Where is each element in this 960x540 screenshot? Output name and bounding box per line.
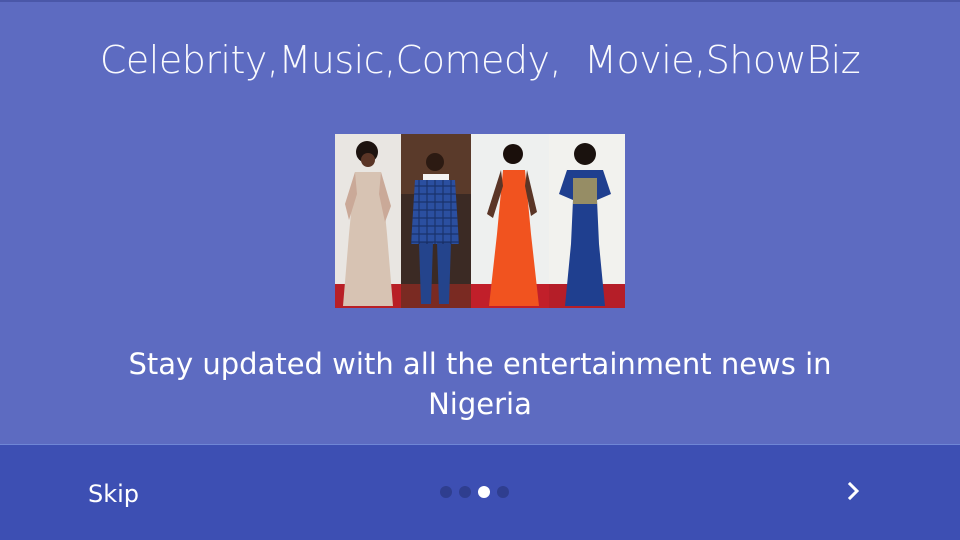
slide-description: Stay updated with all the entertainment …	[128, 347, 832, 421]
page-dot-2	[459, 486, 471, 498]
skip-button[interactable]: Skip	[88, 475, 139, 513]
page-indicator	[440, 486, 509, 498]
page-dot-3-active	[478, 486, 490, 498]
next-button[interactable]	[834, 473, 874, 513]
page-dot-1	[440, 486, 452, 498]
onboarding-footer: Skip	[0, 444, 960, 540]
chevron-right-icon	[843, 480, 865, 506]
status-edge	[0, 0, 960, 2]
slide-heading: Celebrity,Music,Comedy, Movie,ShowBiz	[99, 38, 861, 82]
intro-screen: Celebrity,Music,Comedy, Movie,ShowBiz St…	[0, 0, 960, 540]
celebrities-photo	[335, 134, 625, 308]
page-dot-4	[497, 486, 509, 498]
